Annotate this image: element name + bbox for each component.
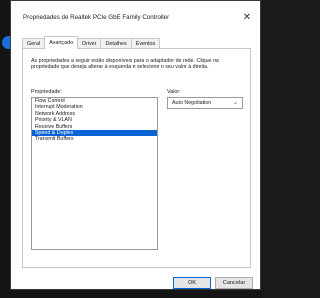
chevron-down-icon: ⌄ [232,100,238,106]
value-label: Valor: [167,89,181,95]
value-dropdown[interactable]: Auto Negotiation ⌄ [167,97,243,109]
property-list[interactable]: Flow Control Interrupt Moderation Networ… [31,97,158,250]
ok-button[interactable]: OK [173,277,211,289]
tab-advanced[interactable]: Avançado [44,36,79,49]
advanced-panel: As propriedades a seguir estão disponíve… [22,48,251,268]
description-text: As propriedades a seguir estão disponíve… [31,58,219,71]
property-label: Propriedade: [31,89,62,95]
tab-strip: Geral Avançado Driver Detalhes Eventos [22,36,161,49]
cancel-button[interactable]: Cancelar [215,277,253,289]
list-item[interactable]: Transmit Buffers [32,136,157,142]
close-icon[interactable]: ✕ [240,11,254,25]
window-title: Propriedades de Realtek PCIe GbE Family … [23,14,170,21]
properties-dialog: Propriedades de Realtek PCIe GbE Family … [10,0,261,290]
value-selected-text: Auto Negotiation [172,100,212,106]
title-bar: Propriedades de Realtek PCIe GbE Family … [11,1,260,33]
